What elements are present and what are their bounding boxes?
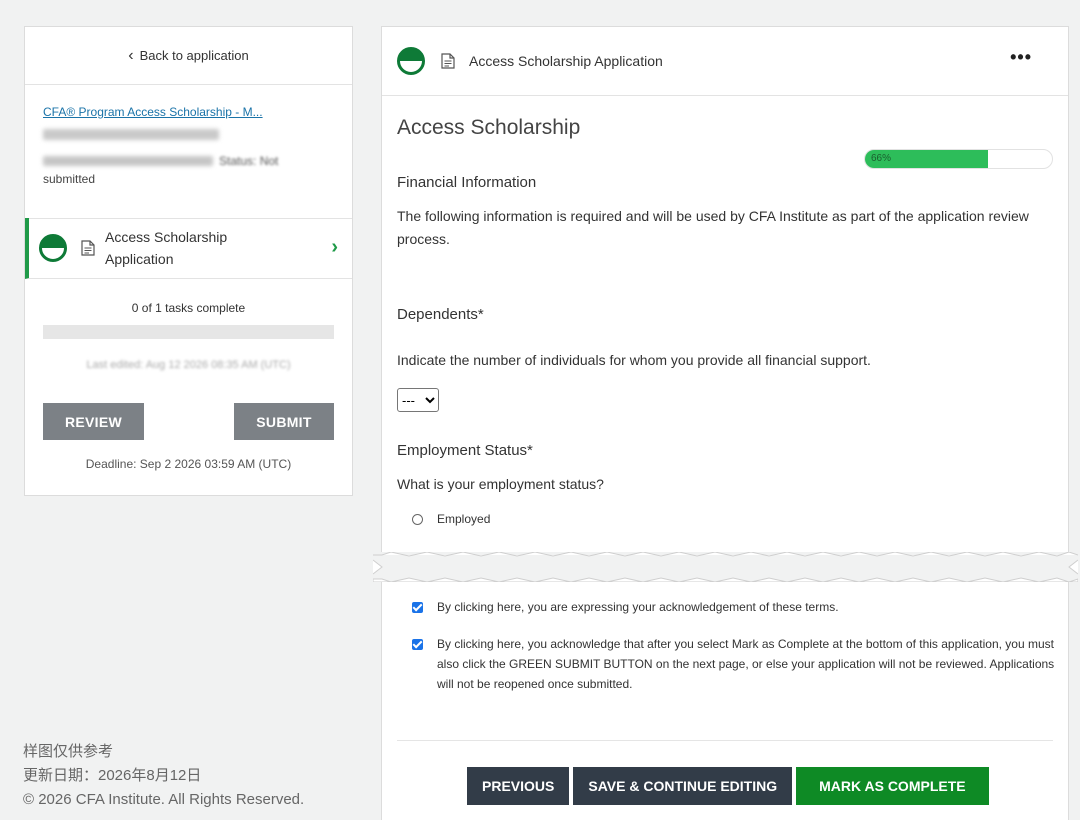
content-break-divider [373, 552, 1078, 582]
application-info: CFA® Program Access Scholarship - M... S… [25, 85, 352, 219]
redacted-application-code [43, 129, 219, 140]
status-value: submitted [43, 172, 96, 186]
document-icon [441, 53, 455, 69]
submit-button[interactable]: SUBMIT [234, 403, 334, 440]
footer-line-2: 更新日期：2026年8月12日 [23, 767, 202, 784]
footer-copyright: © 2026 CFA Institute. All Rights Reserve… [23, 791, 305, 808]
progress-percent: 66% [871, 153, 892, 164]
ack-submit-text: By clicking here, you acknowledge that a… [437, 637, 1055, 691]
form-content: Access Scholarship 66% Financial Informa… [382, 116, 1068, 526]
employment-heading: Employment Status* [397, 442, 533, 459]
sidebar-actions: REVIEW SUBMIT [25, 403, 352, 440]
dependents-select[interactable]: --- [397, 388, 439, 412]
back-label: Back to application [139, 48, 249, 63]
tasks-progress-bar [43, 325, 334, 339]
employment-question: What is your employment status? [397, 476, 604, 492]
id-status-row: Status: Not [43, 154, 334, 168]
footer-note: 样图仅供参考 更新日期：2026年8月12日 © 2026 CFA Instit… [23, 740, 304, 812]
save-continue-button[interactable]: SAVE & CONTINUE EDITING [573, 767, 793, 805]
half-complete-icon [39, 234, 67, 262]
tasks-complete-text: 0 of 1 tasks complete [131, 301, 246, 315]
divider [397, 740, 1053, 741]
acknowledgements: By clicking here, you are expressing you… [397, 597, 1057, 694]
form-actions: PREVIOUS SAVE & CONTINUE EDITING MARK AS… [467, 767, 989, 805]
section-title: Access Scholarship [397, 116, 581, 139]
financial-info-text: The following information is required an… [397, 208, 1029, 247]
task-progress: 0 of 1 tasks complete Last edited: Aug 1… [25, 279, 352, 371]
financial-info-heading: Financial Information [397, 174, 537, 191]
task-label: Access Scholarship Application [105, 229, 228, 267]
last-edited-text: Last edited: Aug 12 2026 08:35 AM (UTC) [86, 359, 291, 371]
dependents-heading: Dependents* [397, 306, 484, 323]
review-button[interactable]: REVIEW [43, 403, 144, 440]
acknowledgement-submit[interactable]: By clicking here, you acknowledge that a… [412, 634, 1057, 694]
acknowledgement-terms[interactable]: By clicking here, you are expressing you… [412, 597, 1057, 617]
form-progress-bar: 66% [864, 149, 1053, 169]
checkbox-checked[interactable] [412, 602, 423, 613]
employed-radio[interactable] [412, 513, 423, 525]
program-link[interactable]: CFA® Program Access Scholarship - M... [43, 105, 334, 119]
sidebar: ‹ Back to application CFA® Program Acces… [24, 26, 353, 496]
progress-fill: 66% [865, 150, 989, 168]
dependents-text: Indicate the number of individuals for w… [397, 352, 871, 368]
header-title: Access Scholarship Application [469, 53, 663, 69]
main-panel: Access Scholarship Application ••• Acces… [373, 26, 1078, 820]
more-options-icon[interactable]: ••• [1010, 47, 1032, 68]
checkbox-checked[interactable] [412, 639, 423, 650]
employed-radio-option[interactable]: Employed [412, 512, 1053, 526]
main-header: Access Scholarship Application ••• [382, 27, 1068, 96]
mark-complete-button[interactable]: MARK AS COMPLETE [796, 767, 989, 805]
footer-line-1: 样图仅供参考 [23, 743, 114, 760]
back-to-application-link[interactable]: ‹ Back to application [25, 27, 352, 85]
half-complete-icon [397, 47, 425, 75]
chevron-right-icon: › [331, 236, 338, 258]
deadline-text: Deadline: Sep 2 2026 03:59 AM (UTC) [85, 457, 292, 471]
task-item-access-scholarship[interactable]: Access Scholarship Application › [25, 218, 352, 279]
status-label: Status: Not [219, 154, 279, 168]
ack-terms-text: By clicking here, you are expressing you… [437, 600, 839, 614]
document-icon [81, 240, 95, 256]
chevron-left-icon: ‹ [128, 46, 134, 64]
employed-label: Employed [437, 512, 491, 526]
redacted-id [43, 156, 213, 166]
previous-button[interactable]: PREVIOUS [467, 767, 570, 805]
